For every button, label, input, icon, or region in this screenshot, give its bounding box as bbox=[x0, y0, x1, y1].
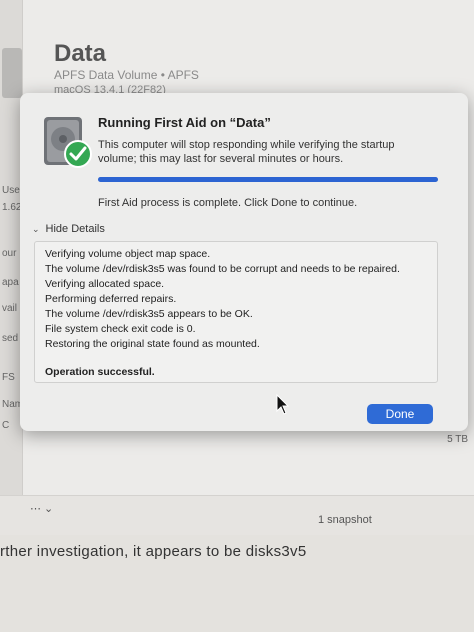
volume-title: Data bbox=[54, 40, 107, 67]
dialog-title: Running First Aid on “Data” bbox=[98, 115, 271, 130]
first-aid-dialog: Running First Aid on “Data” This compute… bbox=[20, 93, 468, 431]
details-log[interactable]: Verifying volume object map space. The v… bbox=[34, 241, 438, 383]
info-label-used: Use bbox=[2, 185, 20, 196]
info-label-capacity: apa bbox=[2, 277, 19, 288]
mouse-pointer-icon bbox=[276, 394, 290, 415]
info-label-mount: our bbox=[2, 248, 17, 259]
progress-bar bbox=[98, 177, 438, 182]
log-line: Restoring the original state found as mo… bbox=[45, 338, 260, 350]
result-line: Operation successful. bbox=[45, 366, 155, 378]
hide-details-toggle[interactable]: ⌄ Hide Details bbox=[32, 223, 105, 235]
info-label-available: vail bbox=[2, 303, 18, 314]
info-label-used2: sed bbox=[2, 333, 19, 344]
bottom-bar bbox=[0, 495, 474, 536]
progress-fill bbox=[98, 177, 438, 182]
info-value-size: 5 TB bbox=[447, 434, 468, 445]
disk-icon bbox=[2, 48, 22, 98]
log-line: The volume /dev/rdisk3s5 was found to be… bbox=[45, 263, 400, 275]
log-line: Performing deferred repairs. bbox=[45, 293, 177, 305]
volume-type: APFS Data Volume • APFS bbox=[54, 68, 199, 82]
info-value-used: 1.62 bbox=[2, 202, 22, 213]
snapshot-count: 1 snapshot bbox=[318, 514, 372, 526]
status-text: First Aid process is complete. Click Don… bbox=[98, 197, 358, 209]
info-label-c: C bbox=[2, 420, 10, 431]
info-label-fs: FS bbox=[2, 372, 15, 383]
log-line: The volume /dev/rdisk3s5 appears to be O… bbox=[45, 308, 253, 320]
more-options-button[interactable]: ⋯ ⌄ bbox=[30, 502, 58, 516]
done-button[interactable]: Done bbox=[367, 404, 433, 424]
paper-note-text: rther investigation, it appears to be di… bbox=[0, 543, 307, 560]
hide-details-label: Hide Details bbox=[45, 223, 105, 235]
chevron-down-icon: ⌄ bbox=[32, 223, 40, 234]
log-line: Verifying volume object map space. bbox=[45, 248, 211, 260]
log-line: File system check exit code is 0. bbox=[45, 323, 196, 335]
disk-utility-check-icon bbox=[44, 117, 92, 168]
dialog-message: This computer will stop responding while… bbox=[98, 139, 395, 165]
log-line: Verifying allocated space. bbox=[45, 278, 165, 290]
